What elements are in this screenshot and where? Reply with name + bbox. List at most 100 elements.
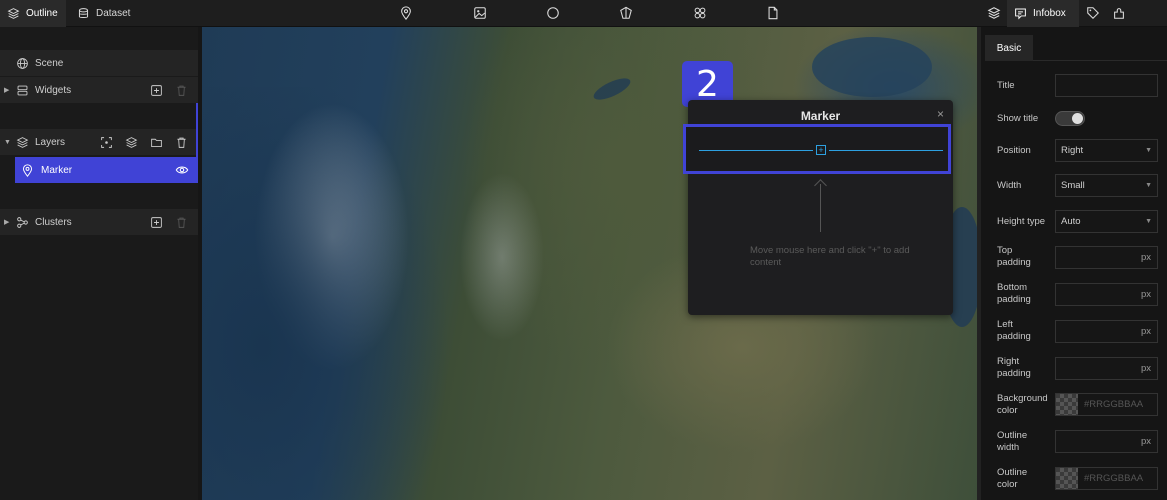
globe-icon	[17, 57, 28, 69]
trash-icon[interactable]	[175, 136, 188, 149]
width-value: Small	[1061, 180, 1085, 191]
outline-color-input[interactable]: #RRGGBBAA	[1055, 467, 1158, 490]
image-icon[interactable]	[471, 4, 489, 22]
outline-widgets[interactable]: ▶ Widgets	[0, 77, 198, 103]
show-title-toggle[interactable]	[1055, 111, 1085, 126]
infobox-title: Marker	[800, 109, 841, 123]
add-icon[interactable]	[150, 84, 163, 97]
position-select[interactable]: Right ▼	[1055, 139, 1158, 162]
map-pin-icon[interactable]	[397, 4, 415, 22]
background-color-label: Background color	[997, 393, 1048, 416]
add-icon[interactable]	[150, 216, 163, 229]
close-icon[interactable]: ×	[937, 107, 944, 121]
outline-width-input[interactable]: px	[1055, 430, 1158, 453]
unit-px: px	[1140, 289, 1151, 300]
outline-widgets-label: Widgets	[35, 84, 72, 96]
eye-icon[interactable]	[175, 163, 189, 177]
bottom-padding-input[interactable]: px	[1055, 283, 1158, 306]
height-type-label: Height type	[997, 216, 1046, 227]
top-padding-label: Top padding	[997, 245, 1031, 268]
widgets-icon	[17, 85, 28, 95]
left-padding-input[interactable]: px	[1055, 320, 1158, 343]
outline-clusters[interactable]: ▶ Clusters	[0, 209, 198, 235]
properties-panel: Basic Title Show title Position Right ▼ …	[977, 27, 1167, 500]
caret-down-icon[interactable]: ▼	[4, 139, 11, 146]
width-select[interactable]: Small ▼	[1055, 174, 1158, 197]
width-label: Width	[997, 180, 1022, 191]
polygon-icon[interactable]	[617, 4, 635, 22]
infobox-block-insert[interactable]: +	[683, 124, 951, 174]
outline-marker-label: Marker	[41, 164, 73, 176]
top-bar: Outline Dataset Infobox	[0, 0, 1167, 27]
bottom-padding-label: Bottom padding	[997, 282, 1031, 305]
plugin-icon[interactable]	[1110, 4, 1128, 22]
arrow-line	[820, 184, 821, 232]
color-swatch[interactable]	[1056, 468, 1078, 489]
layers-icon	[16, 136, 29, 148]
lake	[590, 74, 634, 104]
caret-right-icon[interactable]: ▶	[4, 218, 9, 226]
title-input[interactable]	[1055, 74, 1158, 97]
circle-icon[interactable]	[544, 4, 562, 22]
position-value: Right	[1061, 145, 1084, 156]
chevron-down-icon: ▼	[1145, 182, 1152, 189]
outline-marker[interactable]: Marker	[15, 157, 198, 183]
infobox-hint: Move mouse here and click "+" to add con…	[750, 245, 910, 268]
tab-outline[interactable]: Outline	[0, 0, 66, 27]
tab-outline-label: Outline	[26, 8, 58, 19]
outline-width-label: Outline width	[997, 430, 1028, 453]
height-type-value: Auto	[1061, 216, 1081, 227]
background-color-input[interactable]: #RRGGBBAA	[1055, 393, 1158, 416]
tab-infobox-label: Infobox	[1033, 8, 1066, 19]
insert-line	[829, 150, 943, 151]
color-placeholder: #RRGGBBAA	[1084, 473, 1144, 484]
tab-infobox[interactable]: Infobox	[1007, 0, 1079, 27]
trash-icon	[177, 85, 186, 96]
color-placeholder: #RRGGBBAA	[1084, 399, 1144, 410]
map-pin-icon	[22, 163, 33, 177]
unit-px: px	[1140, 252, 1151, 263]
outline-scene-label: Scene	[35, 57, 64, 69]
add-layer-icon[interactable]	[125, 136, 138, 149]
outline-scene[interactable]: Scene	[0, 50, 198, 76]
database-icon	[78, 8, 89, 18]
layers-icon	[7, 8, 20, 19]
properties-tabs: Basic	[985, 35, 1167, 61]
right-padding-label: Right padding	[997, 356, 1031, 379]
insert-line	[699, 150, 813, 151]
right-padding-input[interactable]: px	[1055, 357, 1158, 380]
tag-icon[interactable]	[1084, 4, 1102, 22]
show-title-label: Show title	[997, 113, 1039, 124]
layers-accent	[196, 103, 198, 183]
outline-layers-label: Layers	[35, 136, 66, 148]
layers-icon[interactable]	[985, 4, 1003, 22]
outline-color-label: Outline color	[997, 467, 1028, 490]
caret-right-icon[interactable]: ▶	[4, 86, 9, 94]
add-block-button[interactable]: +	[816, 145, 826, 155]
focus-icon[interactable]	[100, 136, 113, 149]
toggle-knob	[1072, 113, 1083, 124]
unit-px: px	[1140, 436, 1151, 447]
clusters-icon	[17, 216, 28, 228]
title-label: Title	[997, 80, 1015, 91]
outline-panel: Scene ▶ Widgets ▼ Layers Marker ▶ Cluste…	[0, 27, 198, 500]
trash-icon	[177, 217, 186, 228]
position-label: Position	[997, 145, 1031, 156]
file-icon[interactable]	[764, 4, 782, 22]
top-padding-input[interactable]: px	[1055, 246, 1158, 269]
chevron-down-icon: ▼	[1145, 147, 1152, 154]
outline-layers[interactable]: ▼ Layers	[0, 129, 198, 155]
height-type-select[interactable]: Auto ▼	[1055, 210, 1158, 233]
outline-clusters-label: Clusters	[35, 216, 72, 228]
color-swatch[interactable]	[1056, 394, 1078, 415]
tab-basic[interactable]: Basic	[985, 35, 1033, 61]
unit-px: px	[1140, 363, 1151, 374]
tab-dataset[interactable]: Dataset	[77, 0, 147, 27]
infobox-icon	[1015, 8, 1026, 20]
unit-px: px	[1140, 326, 1151, 337]
folder-icon[interactable]	[150, 136, 163, 149]
tab-dataset-label: Dataset	[96, 8, 131, 19]
chevron-down-icon: ▼	[1145, 218, 1152, 225]
models-icon[interactable]	[691, 4, 709, 22]
lake	[812, 37, 932, 97]
